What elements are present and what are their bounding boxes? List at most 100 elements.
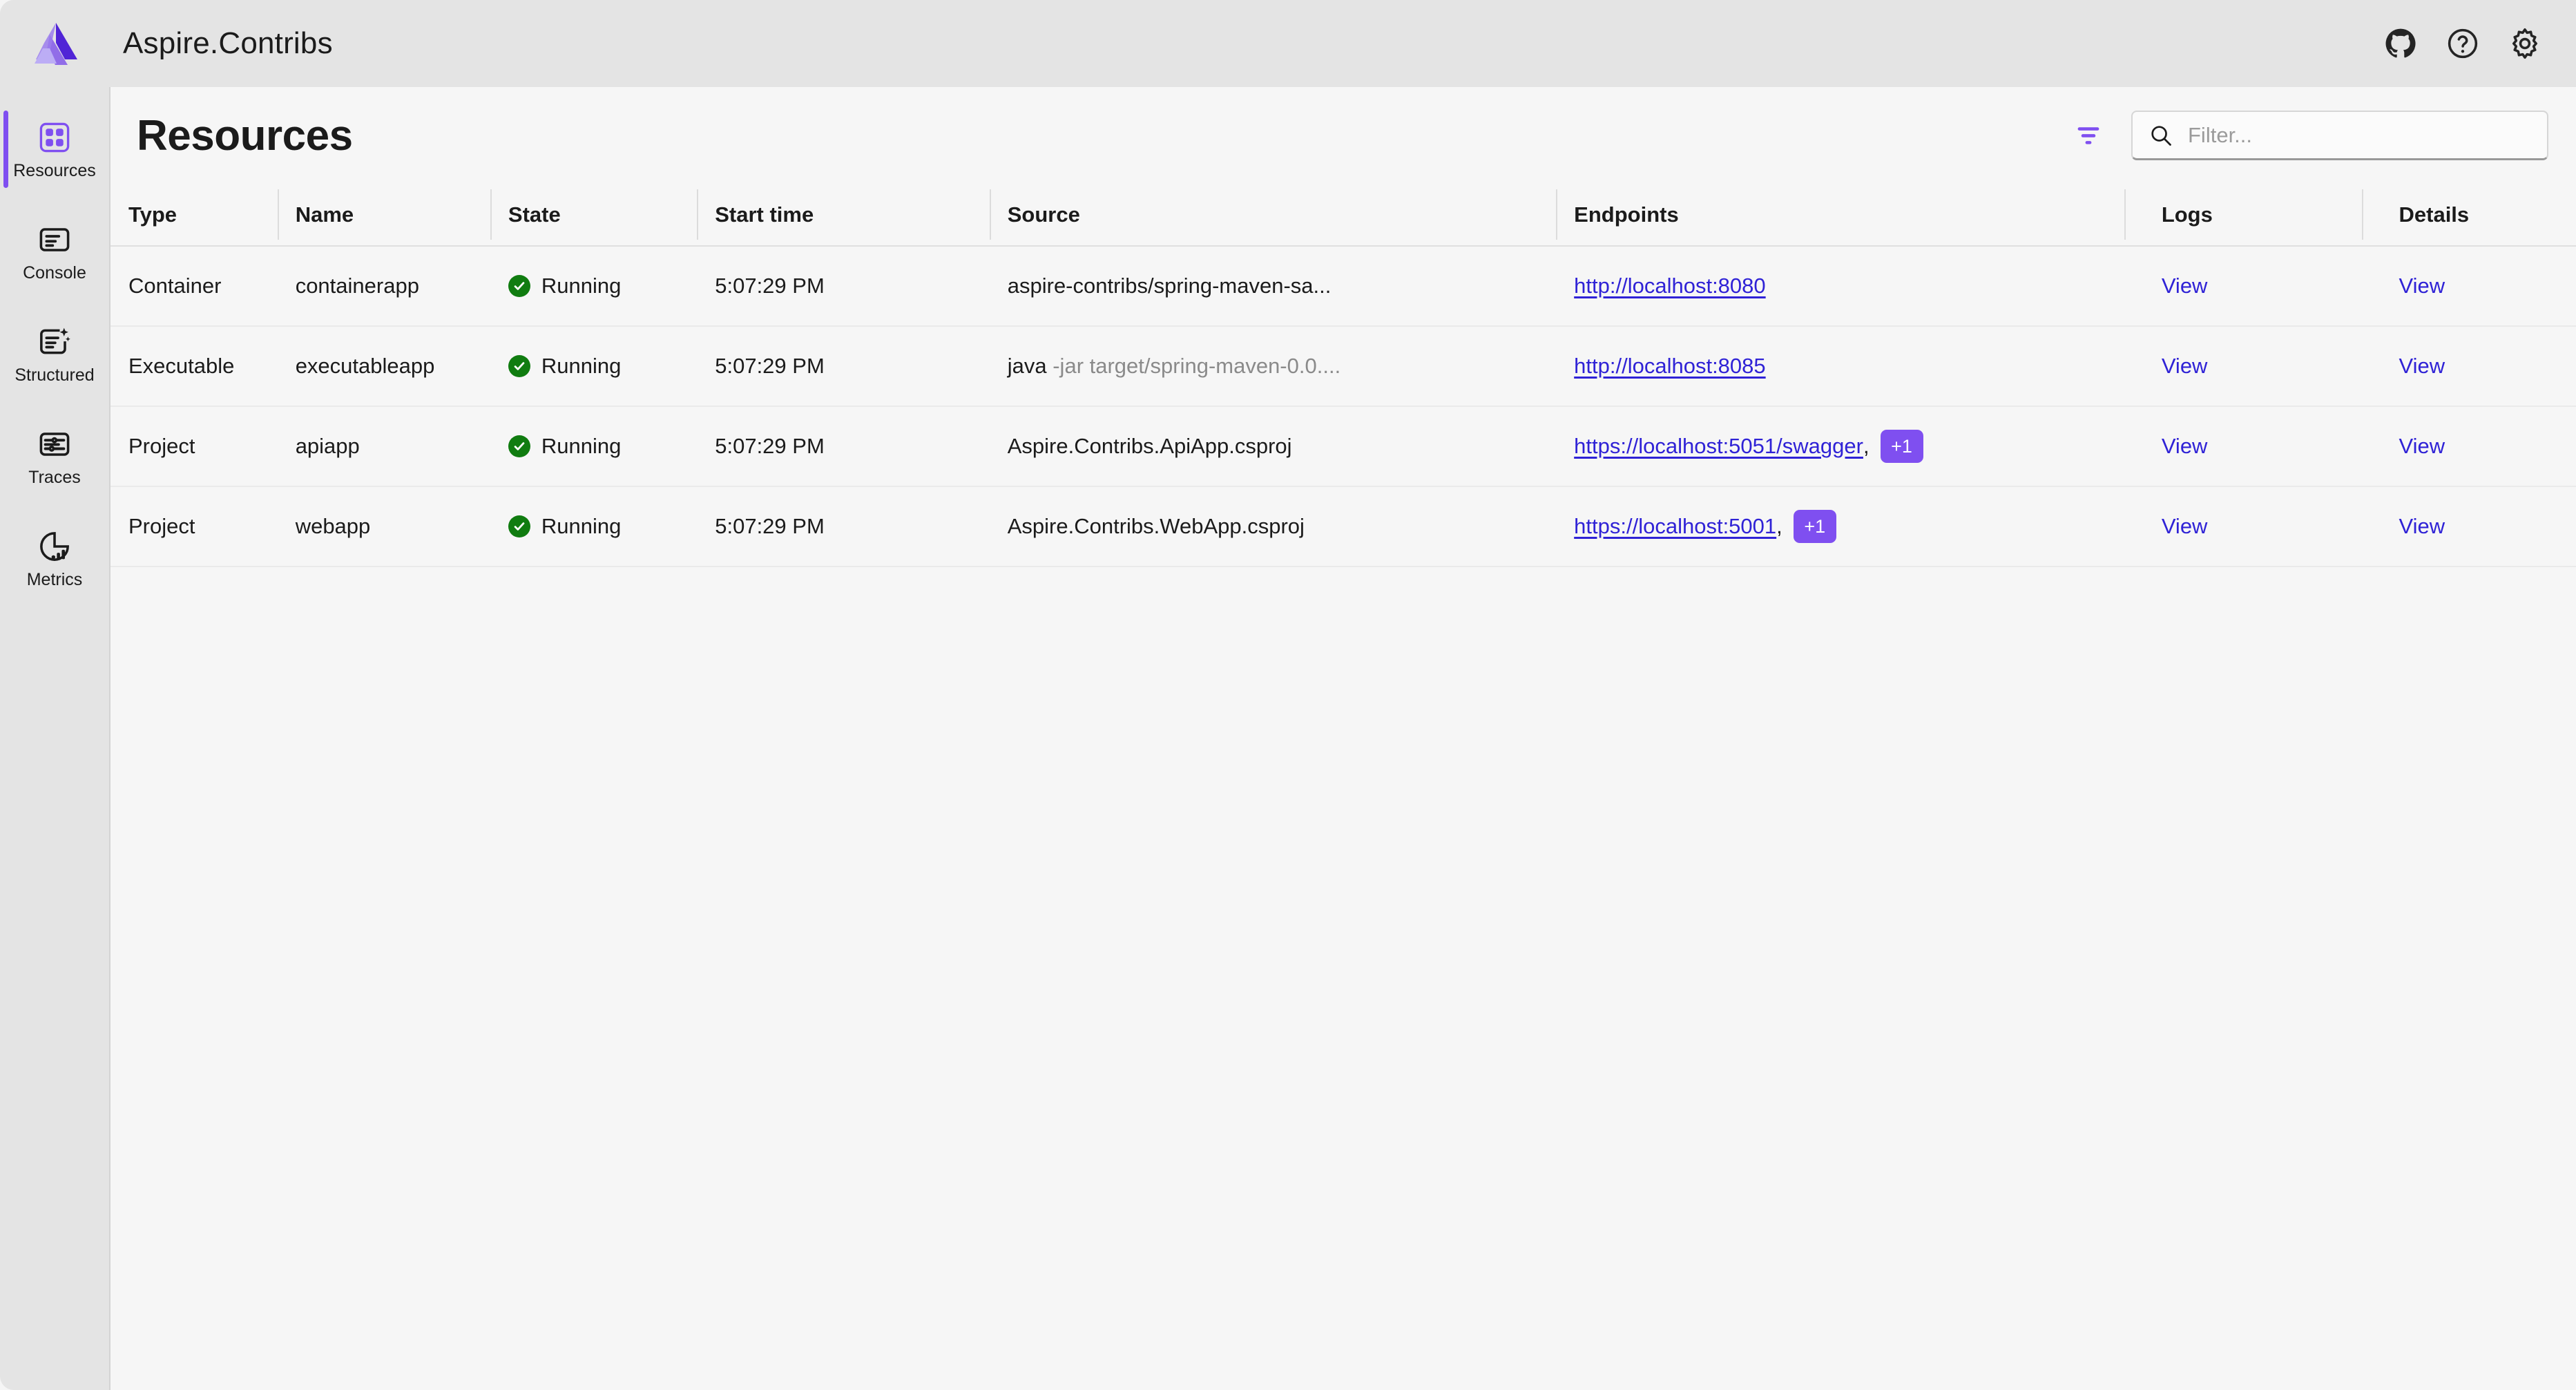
body-row: Resources Console Structured Traces Metr… <box>0 87 2576 1390</box>
checkmark-circle-icon <box>508 515 530 537</box>
cell-name: apiapp <box>277 406 490 487</box>
cell-logs: View <box>2124 486 2362 567</box>
sidebar-item-label: Resources <box>13 160 96 180</box>
endpoint-overflow-badge[interactable]: +1 <box>1880 430 1923 463</box>
cell-logs: View <box>2124 406 2362 487</box>
source-text: java <box>1007 354 1047 378</box>
checkmark-circle-icon <box>508 435 530 457</box>
sidebar-item-label: Metrics <box>26 569 83 589</box>
sidebar-item-label: Console <box>23 263 86 283</box>
source-text: Aspire.Contribs.ApiApp.csproj <box>1007 434 1292 458</box>
cell-state: Running <box>490 486 698 567</box>
column-header-endpoints[interactable]: Endpoints <box>1556 184 2124 247</box>
cell-source: java -jar target/spring-maven-0.0.... <box>989 326 1557 407</box>
cell-start-time: 5:07:29 PM <box>697 486 990 567</box>
search-input[interactable] <box>2188 122 2532 148</box>
cell-source: Aspire.Contribs.WebApp.csproj <box>989 486 1557 567</box>
logs-view-link[interactable]: View <box>2162 434 2208 458</box>
top-bar-actions <box>2381 24 2544 63</box>
table-body: Container containerapp Running 5:07:29 P… <box>110 246 2576 567</box>
cell-state: Running <box>490 326 698 407</box>
cell-logs: View <box>2124 326 2362 407</box>
cell-type: Project <box>110 406 278 487</box>
cell-details: View <box>2361 246 2576 327</box>
column-header-name[interactable]: Name <box>277 184 490 247</box>
sidebar-item-traces[interactable]: Traces <box>0 405 109 507</box>
sidebar-item-metrics[interactable]: Metrics <box>0 507 109 609</box>
page-header: Resources <box>110 87 2576 184</box>
details-view-link[interactable]: View <box>2399 354 2445 378</box>
sidebar-item-resources[interactable]: Resources <box>0 98 109 200</box>
help-icon[interactable] <box>2443 24 2482 63</box>
app-title: Aspire.Contribs <box>123 26 333 60</box>
cell-name: webapp <box>277 486 490 567</box>
table-row[interactable]: Executable executableapp Running 5:07:29… <box>110 326 2576 407</box>
source-text: aspire-contribs/spring-maven-sa... <box>1007 274 1332 298</box>
cell-source: aspire-contribs/spring-maven-sa... <box>989 246 1557 327</box>
endpoint-separator: , <box>1776 514 1782 538</box>
page-title: Resources <box>137 111 353 160</box>
source-args: -jar target/spring-maven-0.0.... <box>1046 354 1341 378</box>
gear-icon[interactable] <box>2506 24 2544 63</box>
cell-start-time: 5:07:29 PM <box>697 406 990 487</box>
endpoint-link[interactable]: http://localhost:8080 <box>1574 274 1765 298</box>
cell-type: Project <box>110 486 278 567</box>
logs-view-link[interactable]: View <box>2162 354 2208 378</box>
column-header-source[interactable]: Source <box>989 184 1557 247</box>
resources-icon <box>37 120 73 155</box>
table-row[interactable]: Container containerapp Running 5:07:29 P… <box>110 246 2576 327</box>
structured-icon <box>37 324 73 360</box>
search-icon <box>2148 122 2174 149</box>
state-label: Running <box>541 434 622 458</box>
sidebar-item-console[interactable]: Console <box>0 200 109 303</box>
app-window: Aspire.Contribs Resources Console Struct… <box>0 0 2576 1390</box>
cell-start-time: 5:07:29 PM <box>697 246 990 327</box>
metrics-icon <box>37 529 73 564</box>
table-row[interactable]: Project apiapp Running 5:07:29 PM Aspire… <box>110 406 2576 487</box>
header-tools <box>2069 111 2548 160</box>
checkmark-circle-icon <box>508 275 530 297</box>
endpoint-link[interactable]: https://localhost:5001 <box>1574 514 1776 539</box>
column-header-start-time[interactable]: Start time <box>697 184 990 247</box>
filter-icon[interactable] <box>2069 116 2108 155</box>
content-area: Resources Filter... Type Name State Star… <box>109 87 2576 1390</box>
cell-endpoints: http://localhost:8080 <box>1556 246 2124 327</box>
details-view-link[interactable]: View <box>2399 434 2445 458</box>
cell-start-time: 5:07:29 PM <box>697 326 990 407</box>
search-box[interactable] <box>2131 111 2548 160</box>
cell-details: View <box>2361 406 2576 487</box>
column-header-details[interactable]: Details <box>2361 184 2576 247</box>
endpoint-link[interactable]: https://localhost:5051/swagger <box>1574 434 1863 459</box>
sidebar: Resources Console Structured Traces Metr… <box>0 87 109 1390</box>
table-header-row: Type Name State Start time Source Endpoi… <box>110 184 2576 247</box>
cell-type: Executable <box>110 326 278 407</box>
endpoint-overflow-badge[interactable]: +1 <box>1793 510 1836 543</box>
column-header-state[interactable]: State <box>490 184 698 247</box>
state-label: Running <box>541 514 622 538</box>
details-view-link[interactable]: View <box>2399 274 2445 298</box>
sidebar-item-label: Traces <box>28 467 81 487</box>
cell-name: containerapp <box>277 246 490 327</box>
sidebar-item-structured[interactable]: Structured <box>0 303 109 405</box>
endpoint-link[interactable]: http://localhost:8085 <box>1574 354 1765 379</box>
endpoint-separator: , <box>1863 434 1869 458</box>
cell-state: Running <box>490 406 698 487</box>
checkmark-circle-icon <box>508 355 530 377</box>
cell-logs: View <box>2124 246 2362 327</box>
top-bar: Aspire.Contribs <box>0 0 2576 87</box>
column-header-logs[interactable]: Logs <box>2124 184 2362 247</box>
logs-view-link[interactable]: View <box>2162 274 2208 298</box>
github-icon[interactable] <box>2381 24 2420 63</box>
cell-endpoints: https://localhost:5001, +1 <box>1556 486 2124 567</box>
details-view-link[interactable]: View <box>2399 514 2445 538</box>
table-row[interactable]: Project webapp Running 5:07:29 PM Aspire… <box>110 486 2576 567</box>
column-header-type[interactable]: Type <box>110 184 278 247</box>
source-text: Aspire.Contribs.WebApp.csproj <box>1007 514 1305 538</box>
cell-type: Container <box>110 246 278 327</box>
resources-table-wrap: Type Name State Start time Source Endpoi… <box>110 184 2576 1390</box>
logs-view-link[interactable]: View <box>2162 514 2208 538</box>
cell-endpoints: http://localhost:8085 <box>1556 326 2124 407</box>
cell-details: View <box>2361 326 2576 407</box>
sidebar-item-label: Structured <box>15 365 95 385</box>
traces-icon <box>37 426 73 462</box>
